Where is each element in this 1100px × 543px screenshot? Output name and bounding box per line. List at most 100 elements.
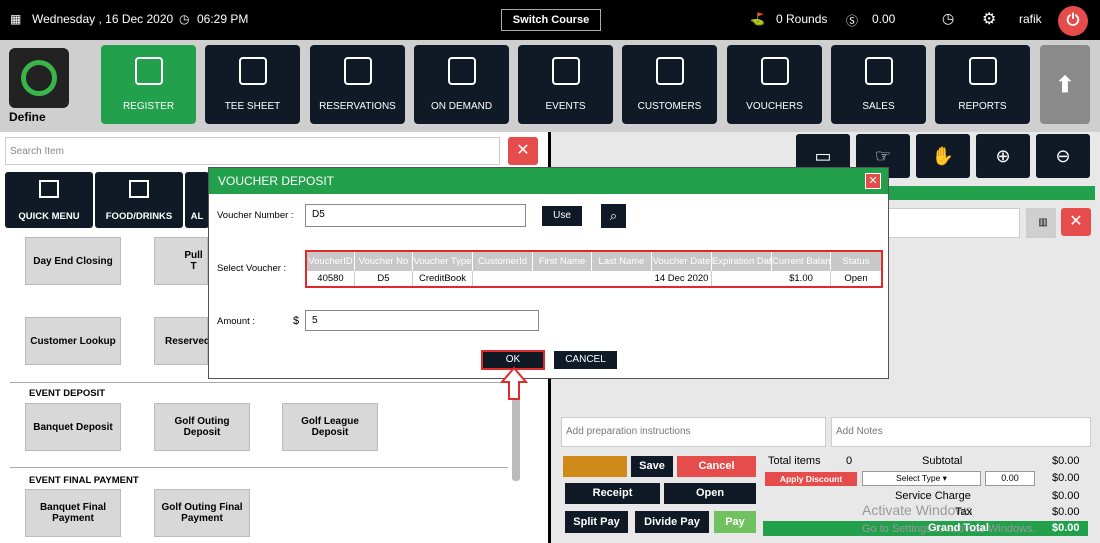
- column-header[interactable]: VoucherID: [307, 252, 355, 271]
- mobile-icon: [447, 57, 476, 85]
- nav-register[interactable]: REGISTER: [101, 45, 196, 124]
- divide-pay-button[interactable]: Divide Pay: [635, 511, 709, 533]
- column-header[interactable]: Voucher Date: [652, 252, 712, 271]
- subtotal-label: Subtotal: [922, 455, 963, 467]
- star-icon: [39, 180, 59, 198]
- tile-golf-outing-deposit[interactable]: Golf Outing Deposit: [154, 403, 250, 451]
- nav-customers[interactable]: CUSTOMERS: [622, 45, 717, 124]
- category-al[interactable]: AL: [185, 172, 209, 228]
- pay-button[interactable]: Pay: [714, 511, 756, 533]
- top-bar: ▦ Wednesday , 16 Dec 2020 ◷ 06:29 PM Swi…: [0, 0, 1100, 40]
- nav-reservations[interactable]: RESERVATIONS: [310, 45, 405, 124]
- clock-icon: ◷: [179, 12, 190, 26]
- nav-on-demand[interactable]: ON DEMAND: [414, 45, 509, 124]
- history-icon[interactable]: ◷: [942, 10, 954, 27]
- tile-golf-outing-final-payment[interactable]: Golf Outing Final Payment: [154, 489, 250, 537]
- order-lookup-field[interactable]: [886, 208, 1020, 238]
- barcode-scanner-icon: [134, 57, 163, 85]
- plus-icon[interactable]: ⊕: [976, 134, 1030, 178]
- subtotal-value: $0.00: [1052, 455, 1080, 467]
- column-header[interactable]: Current Balan: [772, 252, 831, 271]
- column-header[interactable]: First Name: [533, 252, 592, 271]
- search-item-input[interactable]: Search Item: [5, 137, 500, 165]
- tile-day-end-closing[interactable]: Day End Closing: [25, 237, 121, 285]
- apply-discount-button[interactable]: Apply Discount: [765, 472, 857, 486]
- currency-symbol: $: [293, 315, 300, 327]
- voucher-icon: [760, 57, 789, 85]
- close-icon[interactable]: ✕: [865, 173, 881, 189]
- service-charge-label: Service Charge: [895, 490, 971, 502]
- card-hand-icon[interactable]: ✋: [916, 134, 970, 178]
- golf-flag-icon: ⛳: [750, 12, 765, 26]
- preparation-instructions-input[interactable]: Add preparation instructions: [561, 417, 826, 447]
- tax-label: Tax: [955, 506, 973, 518]
- total-items-value: 0: [846, 455, 853, 467]
- clear-search-button[interactable]: ✕: [508, 137, 538, 165]
- save-button[interactable]: Save: [631, 456, 673, 477]
- current-date: Wednesday , 16 Dec 2020: [32, 12, 174, 26]
- nav-reports[interactable]: REPORTS: [935, 45, 1030, 124]
- nav-tee-sheet[interactable]: TEE SHEET: [205, 45, 300, 124]
- tile-banquet-final-payment[interactable]: Banquet Final Payment: [25, 489, 121, 537]
- tile-reserved[interactable]: Reserved: [154, 317, 210, 365]
- discount-value: $0.00: [1052, 472, 1080, 484]
- amount-input[interactable]: 5: [305, 310, 539, 331]
- column-header[interactable]: Voucher No: [355, 252, 413, 271]
- voucher-number-label: Voucher Number :: [217, 210, 294, 221]
- cancel-dialog-button[interactable]: CANCEL: [554, 351, 617, 369]
- split-pay-button[interactable]: Split Pay: [565, 511, 628, 533]
- tile-golf-league-deposit[interactable]: Golf League Deposit: [282, 403, 378, 451]
- use-button[interactable]: Use: [542, 206, 582, 226]
- order-header-bar: [886, 186, 1095, 200]
- category-quick-menu[interactable]: QUICK MENU: [5, 172, 93, 228]
- clear-order-button[interactable]: ✕: [1061, 208, 1091, 236]
- logo-label: Define: [9, 110, 46, 124]
- open-button[interactable]: Open: [664, 483, 756, 504]
- discount-amount-input[interactable]: 0.00: [985, 471, 1035, 486]
- category-food-drinks[interactable]: FOOD/DRINKS: [95, 172, 183, 228]
- reports-icon: [968, 57, 997, 85]
- sales-icon: [864, 57, 893, 85]
- tile-banquet-deposit[interactable]: Banquet Deposit: [25, 403, 121, 451]
- voucher-deposit-dialog: VOUCHER DEPOSIT ✕ Voucher Number : D5 Us…: [208, 167, 889, 379]
- discount-type-select[interactable]: Select Type ▾: [862, 471, 981, 486]
- tile-pull-tab[interactable]: Pull T: [154, 237, 208, 285]
- gear-icon[interactable]: ⚙: [982, 9, 996, 29]
- food-drink-icon: [129, 180, 149, 198]
- arrow-up-highlight-icon: [500, 366, 528, 400]
- section-event-final-payment: EVENT FINAL PAYMENT: [29, 475, 139, 486]
- amount-label: Amount :: [217, 316, 256, 327]
- switch-course-button[interactable]: Switch Course: [501, 9, 601, 31]
- column-header[interactable]: Voucher Type: [413, 252, 473, 271]
- minus-icon[interactable]: ⊖: [1036, 134, 1090, 178]
- column-header[interactable]: Status: [831, 252, 881, 271]
- card-reader-button[interactable]: [563, 456, 627, 477]
- user-name: rafik: [1019, 12, 1042, 26]
- search-icon[interactable]: ⌕: [601, 204, 626, 228]
- cell-voucher-type: CreditBook: [413, 271, 473, 286]
- cell-voucher-date: 14 Dec 2020: [652, 271, 712, 286]
- column-header[interactable]: Last Name: [592, 252, 652, 271]
- column-header[interactable]: Expiration Dat: [712, 252, 772, 271]
- voucher-number-input[interactable]: D5: [305, 204, 526, 227]
- cell-current-balance: $1.00: [772, 271, 831, 286]
- receipt-button[interactable]: Receipt: [565, 483, 660, 504]
- cancel-button[interactable]: Cancel: [677, 456, 756, 477]
- barcode-icon[interactable]: ▥: [1026, 208, 1056, 238]
- cell-voucher-id: 40580: [307, 271, 355, 286]
- column-header[interactable]: CustomerId: [473, 252, 533, 271]
- cell-voucher-no: D5: [355, 271, 413, 286]
- cell-status: Open: [844, 273, 868, 284]
- notes-input[interactable]: Add Notes: [831, 417, 1091, 447]
- tile-customer-lookup[interactable]: Customer Lookup: [25, 317, 121, 365]
- main-nav: Define REGISTER TEE SHEET RESERVATIONS O…: [0, 40, 1100, 132]
- table-row[interactable]: 40580 D5 CreditBook 14 Dec 2020 $1.00 Op…: [307, 271, 881, 286]
- rounds-count: 0 Rounds: [776, 12, 828, 26]
- nav-events[interactable]: EVENTS: [518, 45, 613, 124]
- nav-sales[interactable]: SALES: [831, 45, 926, 124]
- nav-vouchers[interactable]: VOUCHERS: [727, 45, 822, 124]
- total-items-label: Total items: [768, 455, 821, 467]
- arrow-up-icon[interactable]: ⬆: [1040, 45, 1090, 124]
- app-logo: [9, 48, 69, 108]
- power-icon[interactable]: ⏻: [1058, 6, 1088, 36]
